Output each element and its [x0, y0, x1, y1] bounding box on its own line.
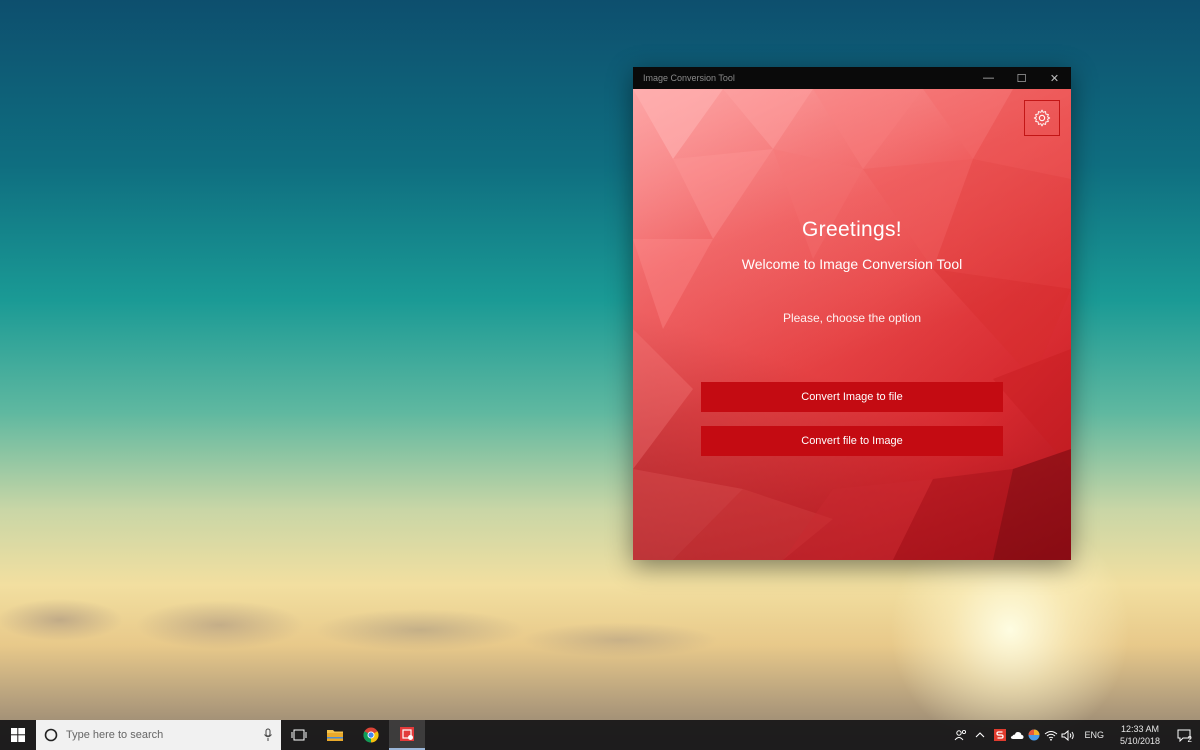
greeting-heading: Greetings! — [802, 218, 902, 241]
minimize-button[interactable]: — — [972, 67, 1005, 89]
chrome-icon — [363, 727, 379, 743]
people-button[interactable] — [952, 720, 969, 750]
image-conversion-tool-icon — [400, 727, 414, 741]
clock-time: 12:33 AM — [1120, 724, 1159, 734]
image-conversion-tool-taskbar-button[interactable] — [389, 720, 425, 750]
people-icon — [954, 729, 966, 741]
start-button[interactable] — [0, 720, 36, 750]
chrome-button[interactable] — [353, 720, 389, 750]
file-explorer-button[interactable] — [317, 720, 353, 750]
maximize-button[interactable]: ☐ — [1005, 67, 1038, 89]
input-language[interactable]: ENG — [1076, 730, 1112, 740]
app-window: Image Conversion Tool — ☐ ✕ Greetings! W… — [633, 67, 1071, 560]
convert-image-to-file-button[interactable]: Convert Image to file — [701, 382, 1003, 412]
onedrive-cloud-icon — [1010, 731, 1024, 739]
task-view-icon — [291, 729, 307, 741]
close-button[interactable]: ✕ — [1038, 67, 1071, 89]
clock[interactable]: 12:33 AM 5/10/2018 — [1112, 723, 1168, 747]
search-placeholder: Type here to search — [66, 729, 164, 741]
taskbar-search[interactable]: Type here to search — [36, 720, 281, 750]
colored-orb-icon — [1028, 729, 1040, 741]
app-content: Greetings! Welcome to Image Conversion T… — [633, 89, 1071, 560]
clock-date: 5/10/2018 — [1119, 736, 1160, 746]
tray-app-s-button[interactable] — [991, 720, 1008, 750]
windows-logo-icon — [11, 728, 25, 742]
task-view-button[interactable] — [281, 720, 317, 750]
gear-icon — [1033, 109, 1051, 127]
notification-count: 2 — [1187, 735, 1192, 744]
show-hidden-icons-button[interactable] — [969, 720, 991, 750]
tray-app-orb-button[interactable] — [1025, 720, 1042, 750]
red-s-app-icon — [993, 729, 1006, 741]
window-titlebar[interactable]: Image Conversion Tool — ☐ ✕ — [633, 67, 1071, 89]
chevron-up-icon — [976, 732, 985, 738]
network-button[interactable] — [1042, 720, 1059, 750]
action-center-button[interactable]: 2 — [1168, 720, 1200, 750]
window-title: Image Conversion Tool — [643, 73, 735, 83]
speaker-icon — [1061, 729, 1074, 741]
settings-button[interactable] — [1024, 100, 1060, 136]
file-explorer-icon — [327, 730, 343, 741]
cortana-icon — [44, 728, 58, 742]
desktop-clouds — [0, 570, 760, 680]
welcome-subtitle: Welcome to Image Conversion Tool — [741, 256, 963, 272]
wifi-icon — [1044, 730, 1058, 741]
choose-option-label: Please, choose the option — [782, 311, 922, 325]
system-tray: ENG 12:33 AM 5/10/2018 2 — [952, 720, 1200, 750]
volume-button[interactable] — [1059, 720, 1076, 750]
microphone-icon[interactable] — [263, 728, 273, 742]
convert-file-to-image-button[interactable]: Convert file to Image — [701, 426, 1003, 456]
taskbar: Type here to search ENG 12:33 AM 5/10/20… — [0, 720, 1200, 750]
onedrive-button[interactable] — [1008, 720, 1025, 750]
